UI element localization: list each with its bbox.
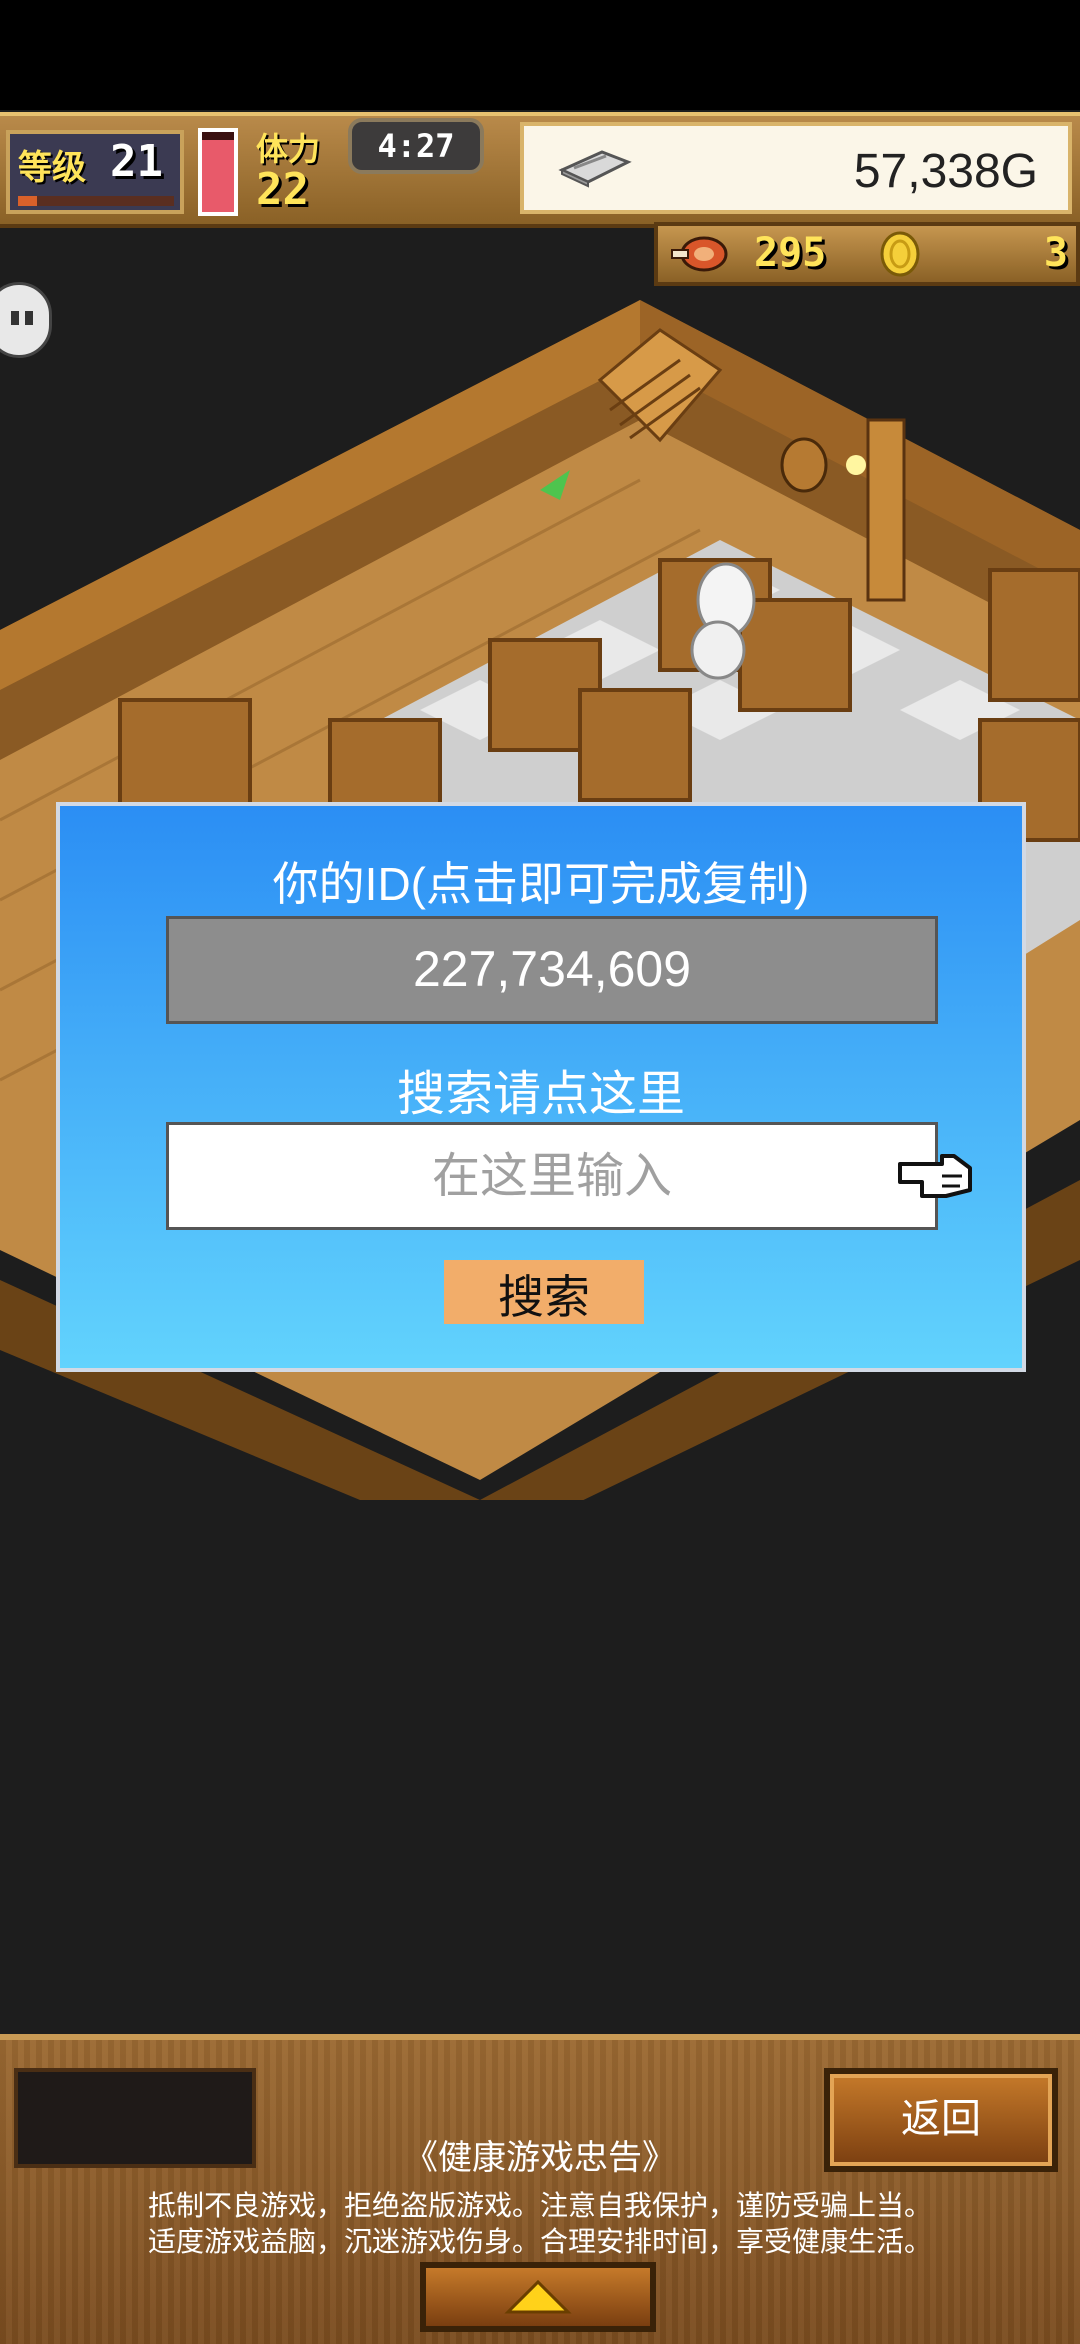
coin-count: 3 bbox=[1043, 230, 1068, 276]
health-advice-line-2: 适度游戏益脑，沉迷游戏伤身。合理安排时间，享受健康生活。 bbox=[147, 2226, 932, 2257]
id-title: 你的ID(点击即可完成复制) bbox=[272, 858, 810, 910]
expand-button[interactable] bbox=[420, 2262, 656, 2332]
player-id-field[interactable]: 227,734,609 bbox=[166, 916, 938, 1024]
stamina-value: 22 bbox=[256, 164, 309, 215]
id-search-dialog: 你的ID(点击即可完成复制) 227,734,609 搜索请点这里 搜索 bbox=[56, 802, 1026, 1372]
status-bar bbox=[0, 0, 1080, 110]
health-advice-line-1: 抵制不良游戏，拒绝盗版游戏。注意自我保护，谨防受骗上当。 bbox=[147, 2190, 932, 2221]
triangle-up-icon bbox=[504, 2279, 572, 2314]
level-panel: 等级 21 bbox=[6, 130, 184, 214]
gold-value: 57,338G bbox=[853, 145, 1038, 198]
search-button[interactable]: 搜索 bbox=[444, 1260, 644, 1324]
level-progress-fill bbox=[18, 196, 37, 206]
footer-panel: 返回 《健康游戏忠告》 抵制不良游戏，拒绝盗版游戏。注意自我保护，谨防受骗上当。… bbox=[0, 2034, 1080, 2344]
game-clock: 4:27 bbox=[348, 118, 484, 174]
hand-pointer-icon bbox=[898, 1154, 972, 1198]
search-title: 搜索请点这里 bbox=[396, 1068, 685, 1121]
level-label: 等级 bbox=[18, 148, 86, 188]
level-progress-bar bbox=[18, 196, 174, 206]
search-input[interactable] bbox=[166, 1122, 938, 1230]
stamina-bar bbox=[198, 128, 238, 216]
coin-icon bbox=[880, 231, 920, 277]
silver-bar-icon bbox=[558, 150, 632, 188]
level-value: 21 bbox=[110, 136, 163, 187]
health-advice-title: 《健康游戏忠告》 bbox=[404, 2139, 676, 2177]
meat-icon bbox=[671, 236, 728, 272]
game-hud: 等级 21 体力 22 4:27 57,338G bbox=[0, 112, 1080, 228]
gold-panel[interactable]: 57,338G bbox=[520, 122, 1072, 214]
resource-bar: 295 3 bbox=[654, 222, 1080, 286]
stamina-fill bbox=[202, 140, 234, 212]
food-count: 295 bbox=[754, 230, 827, 276]
